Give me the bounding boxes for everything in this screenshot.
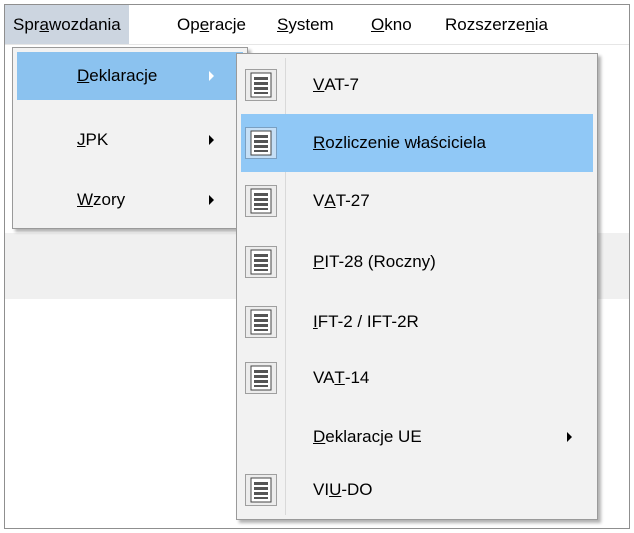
menu-item-jpk[interactable]: J PK (13, 116, 247, 164)
deklaracje-submenu: V AT-7 Rozliczenie właściciela V A T-27 P IT… (236, 53, 598, 520)
form-document-icon (245, 127, 277, 159)
form-document-icon (245, 306, 277, 338)
submenu-arrow-icon (567, 432, 572, 442)
submenu-arrow-icon (209, 195, 214, 205)
menu-okno[interactable]: Okno (363, 5, 420, 44)
submenu-item-deklaracje-ue[interactable]: Deklaracje UE (237, 410, 597, 464)
form-document-icon (245, 362, 277, 394)
menu-sprawozdania[interactable]: Sprawozdania (5, 5, 129, 44)
sprawozdania-dropdown: Deklaracje J PK Wzory (12, 47, 248, 229)
menu-bar: Sprawozdania Operacje System Okno Rozsze… (5, 5, 629, 45)
form-document-icon (245, 69, 277, 101)
submenu-arrow-icon (209, 71, 214, 81)
menu-rozszerzenia[interactable]: Rozszerzenia (437, 5, 556, 44)
form-document-icon (245, 185, 277, 217)
submenu-item-viu-do[interactable]: VI U -DO (237, 462, 597, 518)
submenu-item-rozliczenie-wlasciciela[interactable]: Rozliczenie właściciela (241, 114, 593, 172)
menu-item-wzory[interactable]: Wzory (13, 176, 247, 224)
submenu-item-vat-7[interactable]: V AT-7 (237, 58, 597, 112)
menu-operacje[interactable]: Operacje (169, 5, 254, 44)
submenu-item-ift-2[interactable]: I FT-2 / IFT-2R (237, 294, 597, 350)
menu-system[interactable]: System (269, 5, 342, 44)
menu-item-deklaracje[interactable]: Deklaracje (17, 52, 243, 100)
form-document-icon (245, 474, 277, 506)
submenu-item-vat-14[interactable]: VA T -14 (237, 350, 597, 406)
form-document-icon (245, 246, 277, 278)
submenu-arrow-icon (209, 135, 214, 145)
submenu-item-pit-28[interactable]: P IT-28 (Roczny) (237, 234, 597, 290)
submenu-item-vat-27[interactable]: V A T-27 (237, 174, 597, 228)
